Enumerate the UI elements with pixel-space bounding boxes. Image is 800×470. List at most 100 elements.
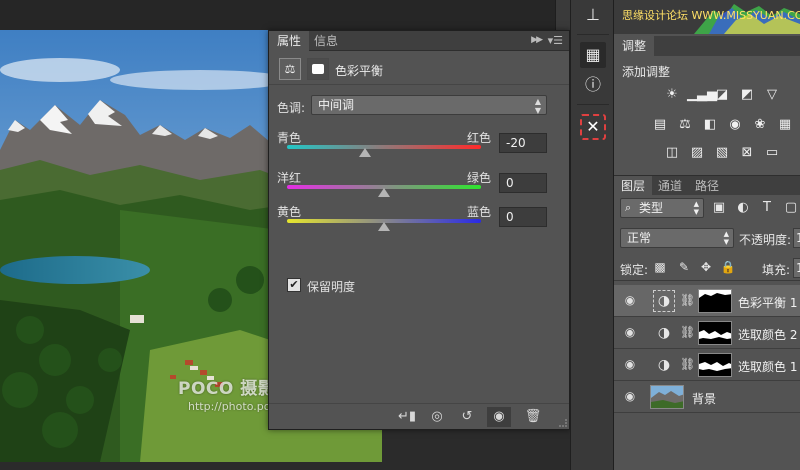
fill-label: 填充: — [762, 263, 791, 277]
adjustment-layer-icon[interactable]: ◑ — [653, 290, 675, 312]
canvas-scroll-corner[interactable] — [555, 0, 570, 30]
preserve-luminosity-label: 保留明度 — [307, 280, 356, 294]
filter-type-icon[interactable]: T — [758, 199, 776, 217]
tab-info[interactable]: 信息 — [306, 31, 346, 51]
tone-label: 色调: — [277, 101, 306, 115]
color-balance-icon[interactable]: ⚖ — [675, 116, 695, 134]
eye-icon[interactable]: ◉ — [623, 389, 637, 403]
layer-row[interactable]: ◉ ◑ ⛓ 选取颜色 2 — [614, 317, 800, 349]
mask-shape — [699, 290, 731, 298]
layer-row[interactable]: ◉ ◑ ⛓ 色彩平衡 1 — [614, 285, 800, 317]
slider-value-field[interactable]: 0 — [499, 207, 547, 227]
properties-panel: 属性 信息 ▶▶ ▾☰ ⚖ 色彩平衡 色调: 中间调 ▲ ▼ 青色 红色 -20 … — [268, 30, 570, 430]
slider-value-field[interactable]: -20 — [499, 133, 547, 153]
dropdown-arrows-icon: ▲ ▼ — [723, 230, 729, 246]
close-x-icon[interactable]: ✕ — [580, 114, 606, 140]
gradient-triangle-icon[interactable]: ▽ — [762, 86, 782, 104]
fill-field[interactable]: 1 — [793, 258, 800, 278]
layer-name[interactable]: 选取颜色 2 — [738, 326, 797, 343]
filter-adjustment-icon[interactable]: ◐ — [734, 199, 752, 217]
eye-icon[interactable]: ◉ — [623, 293, 637, 307]
properties-panel-icon[interactable]: ▦ — [580, 42, 606, 68]
layer-mask-thumbnail[interactable] — [698, 289, 732, 313]
tab-layers[interactable]: 图层 — [614, 176, 653, 197]
layer-name[interactable]: 选取颜色 1 — [738, 358, 797, 375]
blend-mode-dropdown[interactable]: 正常 ▲ ▼ — [620, 228, 734, 248]
color-balance-icon: ⚖ — [279, 58, 301, 80]
black-white-icon[interactable]: ◧ — [700, 116, 720, 134]
slider-track[interactable] — [287, 145, 481, 149]
layer-mask-thumbnail[interactable] — [698, 321, 732, 345]
adjustment-layer-icon[interactable]: ◑ — [654, 323, 674, 343]
stamp-icon[interactable]: ⊥ — [580, 2, 606, 28]
tab-adjustments[interactable]: 调整 — [614, 36, 655, 57]
tab-paths[interactable]: 路径 — [688, 176, 726, 196]
photo-filter-icon[interactable]: ◉ — [725, 116, 745, 134]
levels-icon[interactable]: ▁▃▅ — [687, 86, 717, 104]
opacity-label: 不透明度: — [739, 233, 792, 247]
threshold-icon[interactable]: ▧ — [712, 144, 732, 162]
visibility-eye-icon[interactable]: ◉ — [487, 407, 511, 427]
slider-thumb[interactable] — [378, 222, 390, 231]
gradient-map-icon[interactable]: ▭ — [762, 144, 782, 162]
panel-menu-icon[interactable]: ▾☰ — [548, 34, 563, 47]
delete-icon[interactable]: 🗑 — [521, 407, 545, 427]
dropdown-arrows-icon: ▲ ▼ — [693, 200, 699, 216]
view-previous-state-icon[interactable]: ◎ — [425, 407, 449, 427]
clip-to-layer-icon[interactable]: ↵▮ — [395, 407, 419, 427]
slider-value-field[interactable]: 0 — [499, 173, 547, 193]
properties-header: ⚖ 色彩平衡 — [269, 53, 569, 85]
reset-icon[interactable]: ↺ — [455, 407, 479, 427]
brightness-contrast-icon[interactable]: ☀ — [662, 86, 682, 104]
selective-color-icon[interactable]: ⊠ — [737, 144, 757, 162]
layer-name[interactable]: 色彩平衡 1 — [738, 294, 797, 311]
lock-transparent-icon[interactable]: ▩ — [652, 258, 668, 276]
curves-icon[interactable]: ◪ — [712, 86, 732, 104]
mask-shape — [699, 330, 731, 339]
opacity-field[interactable]: 1 — [793, 228, 800, 248]
mask-shape — [699, 362, 731, 371]
layer-mask-thumbnail[interactable] — [698, 353, 732, 377]
adjustment-layer-icon[interactable]: ◑ — [654, 355, 674, 375]
channel-mixer-icon[interactable]: ❀ — [750, 116, 770, 134]
link-icon[interactable]: ⛓ — [680, 357, 695, 371]
filter-pixel-icon[interactable]: ▣ — [710, 199, 728, 217]
search-icon: ⌕ — [625, 201, 632, 214]
layers-tab-bar: 图层 通道 路径 — [614, 175, 800, 197]
collapse-panel-icon[interactable]: ▶▶ — [531, 35, 543, 45]
filter-shape-icon[interactable]: ▢ — [782, 199, 800, 217]
lock-brush-icon[interactable]: ✎ — [676, 258, 692, 276]
tab-properties[interactable]: 属性 — [269, 31, 310, 52]
posterize-icon[interactable]: ▨ — [687, 144, 707, 162]
tab-channels[interactable]: 通道 — [651, 176, 689, 196]
exposure-icon[interactable]: ◩ — [737, 86, 757, 104]
slider-left-label: 青色 — [277, 131, 302, 145]
color-lookup-icon[interactable]: ▦ — [775, 116, 795, 134]
tone-dropdown[interactable]: 中间调 ▲ ▼ — [311, 95, 547, 115]
invert-icon[interactable]: ◫ — [662, 144, 682, 162]
layer-row[interactable]: ◉ 背景 — [614, 381, 800, 413]
resize-grip-icon[interactable] — [559, 419, 567, 427]
background-thumbnail[interactable] — [650, 385, 684, 409]
link-icon[interactable]: ⛓ — [680, 293, 695, 307]
dock-divider — [577, 104, 609, 105]
layer-mask-icon[interactable] — [307, 58, 329, 80]
lock-move-icon[interactable]: ✥ — [698, 258, 714, 276]
layer-filter-dropdown[interactable]: ⌕ 类型 ▲ ▼ — [620, 198, 704, 218]
layer-row[interactable]: ◉ ◑ ⛓ 选取颜色 1 — [614, 349, 800, 381]
panel-dock: ⊥ ▦ ⓘ ✕ — [570, 0, 614, 470]
hue-saturation-icon[interactable]: ▤ — [650, 116, 670, 134]
lock-all-icon[interactable]: 🔒 — [720, 258, 736, 276]
eye-icon[interactable]: ◉ — [623, 357, 637, 371]
preserve-luminosity-checkbox[interactable]: ✔ — [287, 278, 301, 292]
slider-thumb[interactable] — [358, 148, 371, 157]
slider-left-label: 洋红 — [277, 171, 302, 185]
layer-list: ◉ ◑ ⛓ 色彩平衡 1 ◉ ◑ ⛓ 选取颜色 2 ◉ ◑ ⛓ 选取颜色 1 ◉… — [614, 280, 800, 470]
eye-icon[interactable]: ◉ — [623, 325, 637, 339]
link-icon[interactable]: ⛓ — [680, 325, 695, 339]
info-icon[interactable]: ⓘ — [580, 72, 606, 98]
slider-thumb[interactable] — [378, 188, 390, 197]
slider-right-label: 红色 — [467, 131, 492, 145]
slider-right-label: 绿色 — [467, 171, 492, 185]
layer-name[interactable]: 背景 — [692, 390, 716, 407]
